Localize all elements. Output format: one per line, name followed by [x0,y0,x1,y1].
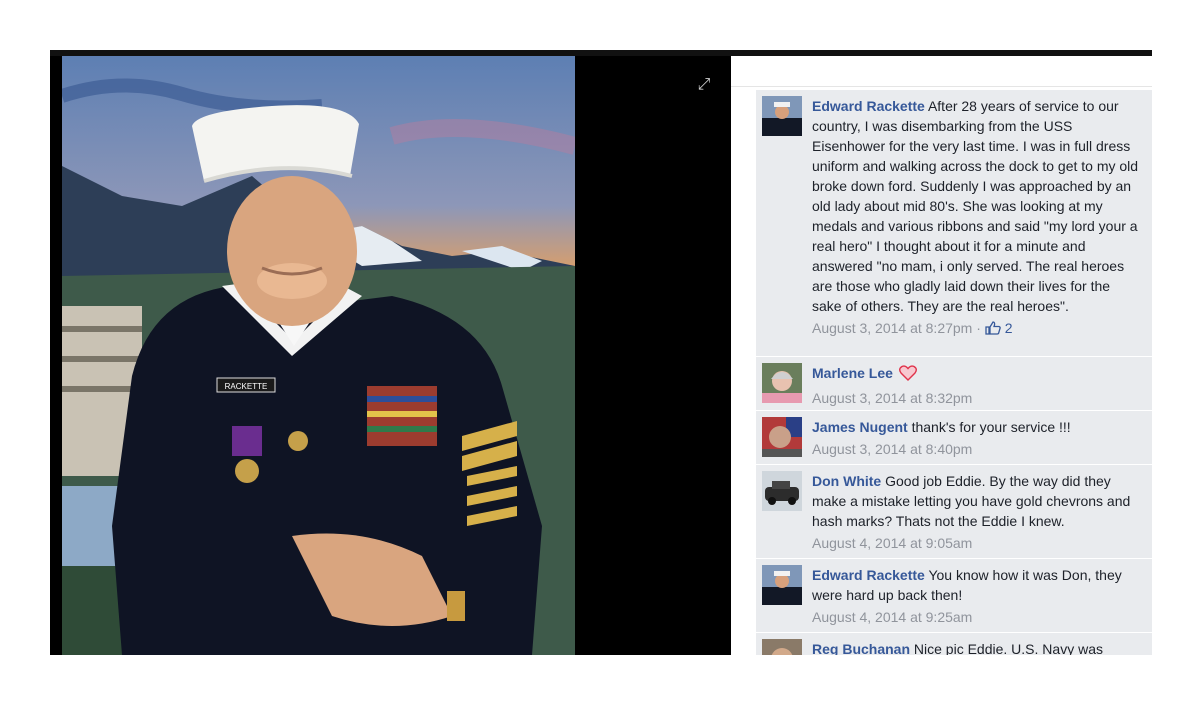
expand-icon[interactable]: ⤢ [695,76,713,94]
comment-timestamp[interactable]: August 3, 2014 at 8:27pm [812,320,972,336]
avatar[interactable] [762,639,802,655]
avatar[interactable] [762,417,802,457]
like-count-link[interactable]: 2 [985,320,1013,336]
comment-body: James Nugent thank's for your service !!… [812,417,1140,437]
comment-timestamp[interactable]: August 4, 2014 at 9:25am [812,609,972,625]
comment-text: thank's for your service !!! [907,419,1071,435]
sailor-portrait: RACKETTE [62,56,575,655]
comment-timestamp[interactable]: August 3, 2014 at 8:32pm [812,390,972,406]
like-count: 2 [1004,320,1013,336]
comment-body: Reg Buchanan Nice pic Eddie. U.S. Navy w… [812,639,1140,655]
avatar[interactable] [762,363,802,403]
photo-stage: RACKETTE ⤢ [50,50,731,655]
comment-meta: August 4, 2014 at 9:25am [812,607,1140,627]
comment-author[interactable]: James Nugent [812,419,908,435]
comments-panel: Edward Rackette After 28 years of servic… [731,56,1152,655]
comment-timestamp[interactable]: August 4, 2014 at 9:05am [812,535,972,551]
comment-body: Edward Rackette You know how it was Don,… [812,565,1140,605]
comment-author[interactable]: Edward Rackette [812,98,925,114]
heart-icon [898,365,917,386]
comment-item: Edward Rackette You know how it was Don,… [756,559,1152,633]
comment-meta: August 3, 2014 at 8:32pm [812,388,1140,408]
nametag-text: RACKETTE [225,382,268,391]
comment-item: James Nugent thank's for your service !!… [756,411,1152,465]
comment-author[interactable]: Edward Rackette [812,567,925,583]
comment-meta: August 3, 2014 at 8:40pm [812,439,1140,459]
comment-body: Marlene Lee [812,363,1140,386]
avatar[interactable] [762,471,802,511]
comment-author[interactable]: Don White [812,473,881,489]
comment-meta: August 3, 2014 at 8:27pm · 2 [812,318,1140,338]
comment-item: Edward Rackette After 28 years of servic… [756,90,1152,357]
comment-text: After 28 years of service to our country… [812,98,1139,314]
comment-meta: August 4, 2014 at 9:05am [812,533,1140,553]
panel-header [731,56,1152,87]
photo[interactable]: RACKETTE [62,56,575,655]
comment-body: Don White Good job Eddie. By the way did… [812,471,1140,531]
comment-list: Edward Rackette After 28 years of servic… [756,90,1152,655]
meta-separator: · [972,320,985,336]
avatar[interactable] [762,565,802,605]
comment-timestamp[interactable]: August 3, 2014 at 8:40pm [812,441,972,457]
avatar[interactable] [762,96,802,136]
thumbs-up-icon [985,321,1001,335]
comment-author[interactable]: Marlene Lee [812,365,893,381]
comment-item: Marlene Lee August 3, 2014 at 8:32pm [756,357,1152,411]
comment-body: Edward Rackette After 28 years of servic… [812,96,1140,316]
photo-viewer: RACKETTE ⤢ Edward Rackette After 28 year… [50,50,1152,655]
comment-author[interactable]: Reg Buchanan [812,641,910,655]
comment-text: Nice pic Eddie. U.S. Navy was [910,641,1103,655]
comment-item: Don White Good job Eddie. By the way did… [756,465,1152,559]
comment-item: Reg Buchanan Nice pic Eddie. U.S. Navy w… [756,633,1152,655]
